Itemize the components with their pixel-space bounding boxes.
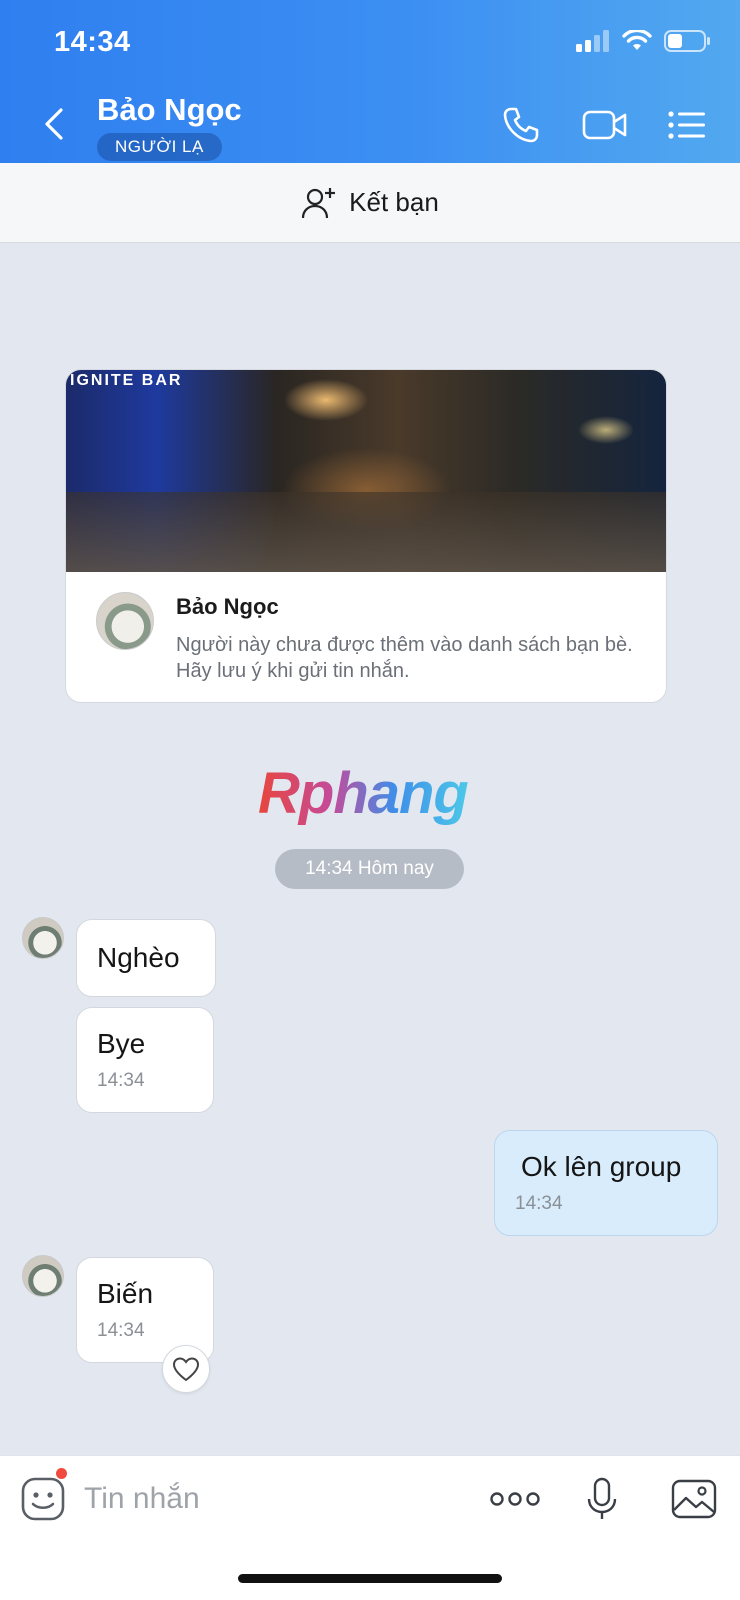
message-bubble[interactable]: Nghèo: [76, 919, 216, 997]
image-picker-button[interactable]: [670, 1476, 718, 1522]
message-text: Ok lên group: [521, 1151, 682, 1182]
image-icon: [671, 1479, 717, 1519]
message-text: Bye: [97, 1028, 146, 1059]
list-menu-icon: [668, 111, 705, 139]
watermark: Rphang: [258, 761, 469, 826]
time-divider: 14:34 Hôm nay: [275, 849, 464, 889]
message-time: 14:34: [97, 1070, 145, 1091]
message-bubble-sent[interactable]: Ok lên group 14:34: [494, 1130, 718, 1236]
profile-card[interactable]: IGNITE BAR Bảo Ngọc Người này chưa được …: [65, 369, 667, 703]
notification-dot: [56, 1468, 67, 1479]
microphone-icon: [587, 1477, 617, 1519]
video-camera-icon: [582, 110, 627, 140]
video-call-button[interactable]: [580, 102, 630, 148]
chat-header: 14:34 Bảo Ngọc NGƯỜI LẠ: [0, 0, 740, 163]
cover-sign: IGNITE BAR: [70, 372, 183, 389]
status-icons: [576, 30, 710, 52]
call-button[interactable]: [498, 102, 544, 148]
wifi-icon: [622, 30, 652, 50]
sender-avatar[interactable]: [22, 1255, 64, 1297]
profile-name: Bảo Ngọc: [176, 594, 279, 619]
sticker-emoji-icon: [21, 1477, 65, 1521]
message-input[interactable]: [84, 1474, 464, 1524]
stranger-warning: Người này chưa được thêm vào danh sách b…: [176, 634, 633, 682]
more-dots-icon: [490, 1492, 540, 1506]
add-friend-label: Kết bạn: [349, 187, 439, 217]
profile-avatar[interactable]: [96, 592, 154, 650]
sticker-button[interactable]: [20, 1476, 66, 1522]
heart-icon: [172, 1357, 200, 1382]
home-indicator[interactable]: [238, 1574, 502, 1583]
chevron-left-icon: [45, 108, 63, 140]
phone-icon: [503, 107, 539, 143]
stranger-badge: NGƯỜI LẠ: [97, 133, 222, 161]
voice-record-button[interactable]: [582, 1476, 622, 1522]
react-like-button[interactable]: [162, 1345, 210, 1393]
contact-name[interactable]: Bảo Ngọc: [97, 92, 242, 128]
status-time: 14:34: [54, 26, 131, 58]
sender-avatar[interactable]: [22, 917, 64, 959]
message-time: 14:34: [97, 1320, 145, 1341]
battery-icon: [664, 30, 710, 52]
message-bubble[interactable]: Bye 14:34: [76, 1007, 214, 1113]
add-user-icon: [302, 187, 336, 218]
cover-floor: [66, 492, 666, 572]
message-text: Nghèo: [97, 942, 180, 973]
message-time: 14:34: [515, 1193, 563, 1214]
back-button[interactable]: [36, 104, 72, 144]
cover-photo: IGNITE BAR: [66, 370, 666, 572]
more-button[interactable]: [488, 1476, 542, 1522]
add-friend-button[interactable]: Kết bạn: [0, 163, 740, 243]
options-menu-button[interactable]: [664, 102, 710, 148]
message-text: Biến: [97, 1278, 154, 1309]
signal-icon: [576, 30, 609, 52]
